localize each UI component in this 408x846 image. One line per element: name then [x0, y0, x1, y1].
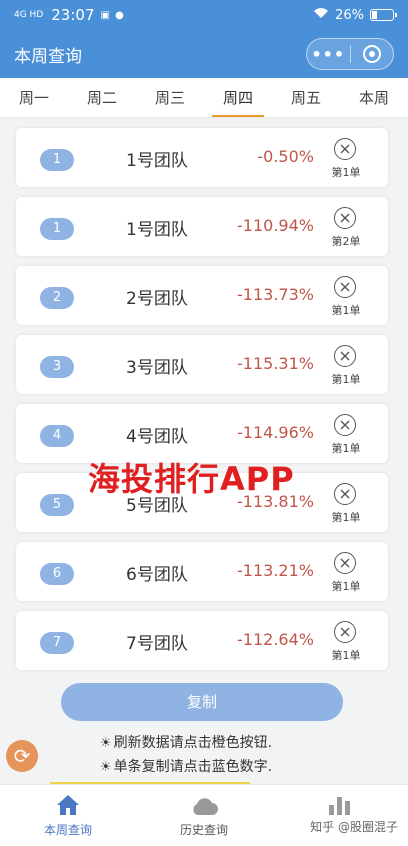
more-icon[interactable]: ••• [307, 45, 350, 64]
rank-badge[interactable]: 1 [40, 149, 74, 171]
list-item: 7 7号团队 -112.64% 第1单 [16, 611, 388, 670]
close-circle-icon[interactable] [334, 207, 356, 229]
team-name: 3号团队 [126, 358, 188, 378]
battery-percent: 26% [335, 7, 364, 23]
nav-label: 本周查询 [43, 823, 92, 837]
hint-text: 单条复制请点击蓝色数字. [113, 759, 273, 775]
order-label: 第1单 [331, 166, 361, 179]
hint-copy: ☀ 单条复制请点击蓝色数字. [100, 756, 272, 776]
tab-monday[interactable]: 周一 [0, 78, 68, 117]
battery-icon [370, 9, 397, 21]
app-watermark: 海投排行APP [88, 460, 295, 498]
team-name: 6号团队 [126, 565, 188, 585]
team-name: 7号团队 [126, 634, 188, 654]
order-label: 第1单 [331, 442, 361, 455]
nav-chart[interactable] [272, 785, 408, 846]
team-name: 4号团队 [126, 427, 188, 447]
close-circle-icon[interactable] [334, 621, 356, 643]
tab-tuesday[interactable]: 周二 [68, 78, 136, 117]
copy-button[interactable]: 复制 [61, 683, 343, 721]
mini-program-capsule: ••• [306, 38, 394, 70]
order-label: 第2单 [331, 235, 361, 248]
tab-this-week[interactable]: 本周 [340, 78, 408, 117]
status-bar: 4G HD 23:07 ▣ ● 26% [0, 0, 408, 30]
order-label: 第1单 [331, 649, 361, 662]
rank-badge[interactable]: 1 [40, 218, 74, 240]
return-percent: -112.64% [237, 630, 314, 649]
team-name: 1号团队 [126, 151, 188, 171]
list-item: 1 1号团队 -110.94% 第2单 [16, 197, 388, 256]
return-percent: -114.96% [237, 423, 314, 442]
return-percent: -0.50% [257, 147, 314, 166]
cloud-icon [189, 791, 219, 817]
order-label: 第1单 [331, 304, 361, 317]
home-icon [55, 791, 81, 817]
nav-bar: 本周查询 ••• [0, 30, 408, 78]
list-item: 3 3号团队 -115.31% 第1单 [16, 335, 388, 394]
notification-icons: ▣ ● [100, 9, 125, 21]
team-name: 1号团队 [126, 220, 188, 240]
list-item: 1 1号团队 -0.50% 第1单 [16, 128, 388, 187]
rank-badge[interactable]: 3 [40, 356, 74, 378]
ranking-list: 1 1号团队 -0.50% 第1单 1 1号团队 -110.94% 第2单 2 … [16, 128, 388, 680]
bottom-nav: 本周查询 历史查询 [0, 784, 408, 846]
corner-watermark: 知乎 @股圈混子 [310, 820, 398, 834]
return-percent: -113.73% [237, 285, 314, 304]
hint-refresh: ☀ 刷新数据请点击橙色按钮. [100, 732, 272, 752]
nav-label: 历史查询 [179, 823, 228, 837]
hint-text: 刷新数据请点击橙色按钮. [113, 735, 273, 751]
list-item: 6 6号团队 -113.21% 第1单 [16, 542, 388, 601]
return-percent: -110.94% [237, 216, 314, 235]
close-circle-icon[interactable] [334, 483, 356, 505]
page-title: 本周查询 [14, 46, 82, 67]
return-percent: -113.21% [237, 561, 314, 580]
tab-thursday[interactable]: 周四 [204, 78, 272, 117]
close-circle-icon[interactable] [334, 552, 356, 574]
close-circle-icon[interactable] [334, 345, 356, 367]
rank-badge[interactable]: 4 [40, 425, 74, 447]
day-tabs: 周一 周二 周三 周四 周五 本周 [0, 78, 408, 118]
team-name: 2号团队 [126, 289, 188, 309]
close-circle-icon[interactable] [334, 276, 356, 298]
list-item: 2 2号团队 -113.73% 第1单 [16, 266, 388, 325]
nav-this-week[interactable]: 本周查询 [0, 785, 136, 846]
status-time: 23:07 [51, 6, 95, 24]
refresh-icon: ⟳ [13, 744, 31, 768]
close-circle-icon[interactable] [334, 414, 356, 436]
rank-badge[interactable]: 7 [40, 632, 74, 654]
order-label: 第1单 [331, 580, 361, 593]
refresh-button[interactable]: ⟳ [6, 740, 38, 772]
lightbulb-icon: ☀ [100, 736, 112, 751]
bar-chart-icon [326, 791, 354, 817]
signal-indicator: 4G HD [14, 9, 44, 20]
order-label: 第1单 [331, 511, 361, 524]
close-target-icon[interactable] [350, 45, 393, 63]
rank-badge[interactable]: 2 [40, 287, 74, 309]
rank-badge[interactable]: 5 [40, 494, 74, 516]
tab-wednesday[interactable]: 周三 [136, 78, 204, 117]
return-percent: -115.31% [237, 354, 314, 373]
tab-friday[interactable]: 周五 [272, 78, 340, 117]
wifi-icon [313, 7, 329, 23]
nav-history[interactable]: 历史查询 [136, 785, 272, 846]
order-label: 第1单 [331, 373, 361, 386]
rank-badge[interactable]: 6 [40, 563, 74, 585]
lightbulb-icon: ☀ [100, 760, 112, 775]
close-circle-icon[interactable] [334, 138, 356, 160]
